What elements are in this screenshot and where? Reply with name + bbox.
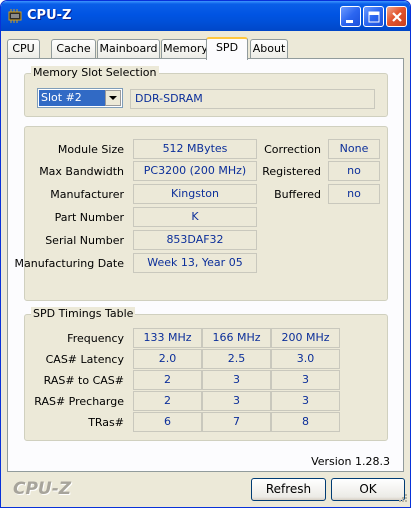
timing-cell: 133 MHz (133, 328, 202, 348)
tab-memory[interactable]: Memory (161, 39, 210, 59)
module-info-group: Module Size 512 MBytes Max Bandwidth PC3… (15, 126, 388, 301)
manufacturer-label: Manufacturer (50, 188, 124, 201)
selected-slot: Slot #2 (39, 90, 105, 106)
timing-cell: 166 MHz (202, 328, 271, 348)
memory-slot-selection-title: Memory Slot Selection (31, 66, 159, 79)
dropdown-arrow[interactable] (105, 90, 121, 106)
memory-type-field: DDR-SDRAM (130, 89, 375, 109)
timing-row-label-cas-latency: CAS# Latency (45, 353, 124, 366)
slot-select[interactable]: Slot #2 (37, 88, 123, 108)
timing-cell: 200 MHz (271, 328, 340, 348)
serial-number-value: 853DAF32 (133, 230, 257, 250)
tab-about[interactable]: About (250, 39, 288, 59)
ok-button[interactable]: OK (331, 478, 405, 501)
minimize-button[interactable] (340, 6, 361, 27)
manufacturing-date-value: Week 13, Year 05 (133, 253, 257, 273)
spd-timings-group: SPD Timings Table Frequency 133 MHz 166 … (24, 307, 388, 441)
version-label: Version 1.28.3 (311, 455, 390, 468)
memory-slot-selection-group: Memory Slot Selection Slot #2 DDR-SDRAM (24, 66, 388, 117)
correction-value: None (328, 139, 380, 159)
registered-value: no (328, 161, 380, 181)
max-bandwidth-label: Max Bandwidth (39, 165, 124, 178)
close-button[interactable] (386, 6, 407, 27)
window-title: CPU-Z (27, 8, 72, 23)
cpu-z-window: CPU-Z CPU Cache Mainboard Memory SPD Abo… (0, 0, 411, 508)
part-number-value: K (133, 207, 257, 227)
timing-cell: 2 (133, 370, 202, 390)
timing-cell: 2.5 (202, 349, 271, 369)
timing-cell: 3 (202, 391, 271, 411)
part-number-label: Part Number (54, 211, 124, 224)
timing-cell: 6 (133, 412, 202, 432)
tab-mainboard[interactable]: Mainboard (97, 39, 160, 59)
tab-spd[interactable]: SPD (206, 37, 248, 60)
correction-label: Correction (264, 143, 321, 156)
refresh-button[interactable]: Refresh (251, 478, 326, 501)
timing-cell: 3 (271, 391, 340, 411)
title-bar[interactable]: CPU-Z (1, 1, 410, 31)
spd-timings-title: SPD Timings Table (31, 307, 136, 320)
timing-cell: 3 (271, 370, 340, 390)
tab-cpu[interactable]: CPU (7, 39, 40, 59)
timing-cell: 8 (271, 412, 340, 432)
manufacturer-value: Kingston (133, 184, 257, 204)
cpu-z-watermark: CPU-Z (13, 479, 72, 499)
timing-row-label-ras-to-cas: RAS# to CAS# (43, 374, 124, 387)
timing-row-label-ras-precharge: RAS# Precharge (34, 395, 124, 408)
timing-cell: 2.0 (133, 349, 202, 369)
close-icon (392, 12, 402, 22)
maximize-button[interactable] (363, 6, 384, 27)
timing-row-label-frequency: Frequency (67, 332, 124, 345)
timing-cell: 3 (202, 370, 271, 390)
maximize-icon (368, 11, 380, 23)
buffered-label: Buffered (274, 188, 321, 201)
module-size-label: Module Size (57, 143, 124, 156)
timing-cell: 7 (202, 412, 271, 432)
chevron-down-icon (109, 96, 117, 100)
manufacturing-date-label: Manufacturing Date (14, 257, 124, 270)
buffered-value: no (328, 184, 380, 204)
max-bandwidth-value: PC3200 (200 MHz) (133, 161, 257, 181)
spd-panel: Memory Slot Selection Slot #2 DDR-SDRAM … (7, 58, 404, 472)
timing-cell: 2 (133, 391, 202, 411)
timing-row-label-tras: TRas# (88, 416, 124, 429)
tab-cache[interactable]: Cache (51, 39, 96, 59)
registered-label: Registered (262, 165, 321, 178)
minimize-icon (346, 20, 353, 23)
timing-cell: 3.0 (271, 349, 340, 369)
cpu-chip-icon (8, 9, 22, 23)
module-size-value: 512 MBytes (133, 139, 257, 159)
resize-grip-icon[interactable] (396, 493, 408, 505)
serial-number-label: Serial Number (45, 234, 124, 247)
